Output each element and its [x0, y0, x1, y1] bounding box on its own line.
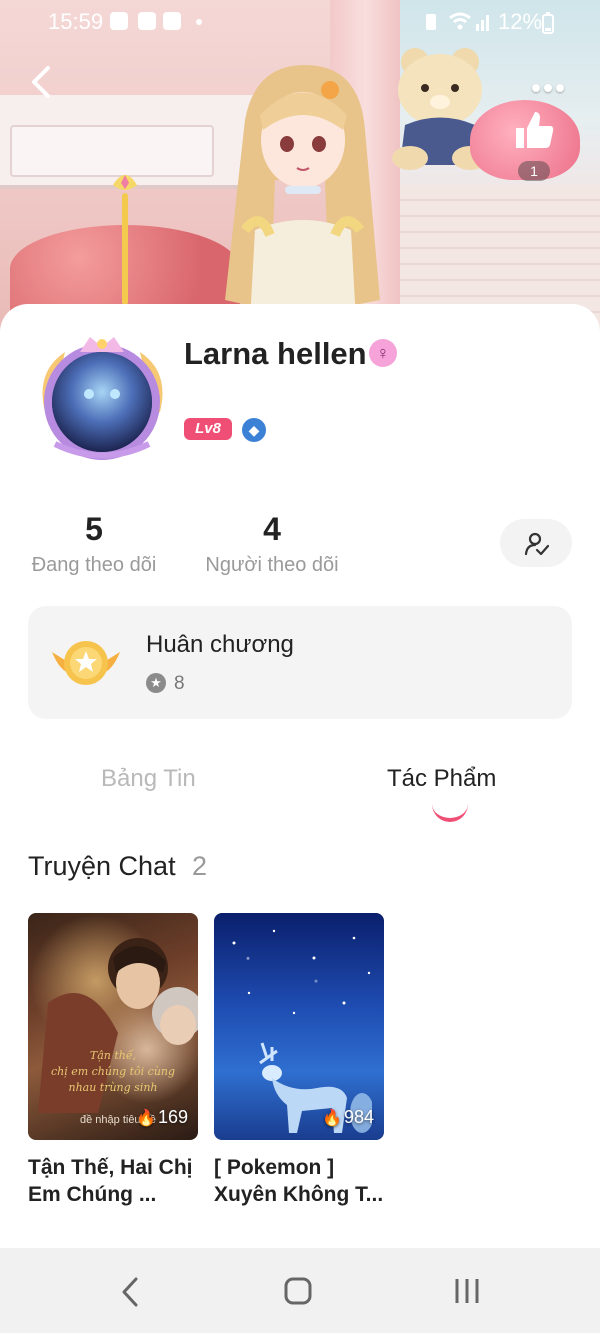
back-arrow-icon [32, 66, 50, 98]
more-options-button[interactable] [530, 62, 574, 98]
profile-cover-image [0, 0, 600, 340]
cover-magic-wand [113, 175, 137, 305]
medals-title: Huân chương [146, 631, 294, 658]
story-views-count: 984 [343, 1107, 374, 1127]
user-check-icon [524, 532, 550, 556]
medals-count: 8 [174, 673, 185, 694]
section-title: Truyện Chat [28, 851, 176, 881]
female-icon: ♀ [369, 339, 397, 367]
story-title[interactable]: Tận Thế, Hai Chị Em Chúng ... [28, 1154, 198, 1208]
flame-icon: 🔥 [136, 1110, 156, 1127]
story-card[interactable]: 🔥 984 [ Pokemon ] Xuyên Không T... [214, 913, 384, 1208]
more-dots-icon [532, 84, 540, 92]
system-back-button[interactable] [118, 1275, 142, 1309]
like-count: 1 [518, 161, 550, 181]
star-icon: ★ [146, 673, 166, 693]
following-count: 5 [85, 511, 103, 547]
battery-saver-icon [426, 14, 436, 30]
app-notification-icon [138, 12, 156, 30]
system-recents-button[interactable] [452, 1276, 482, 1306]
youtube-notification-icon [163, 12, 181, 30]
avatar[interactable] [35, 332, 170, 467]
followers-count: 4 [263, 511, 281, 547]
following-label: Đang theo dõi [31, 554, 157, 576]
story-title[interactable]: [ Pokemon ] Xuyên Không T... [214, 1154, 384, 1208]
cover-artwork [38, 938, 198, 1113]
cover-caption-line: chị em chúng tôi cùng nhau trùng sinh [50, 1065, 176, 1094]
cover-caption-line: Tận thế, [89, 1049, 137, 1062]
like-button[interactable]: 1 [512, 108, 556, 181]
followers-label: Người theo dõi [205, 554, 339, 576]
story-views-count: 169 [157, 1107, 188, 1127]
wifi-signal-icon [449, 12, 489, 31]
thumbs-up-icon [516, 112, 554, 148]
tab-feed[interactable]: Bảng Tin [101, 765, 196, 793]
story-views: 🔥 984 [322, 1107, 374, 1128]
status-bar: 15:59 12% [0, 0, 600, 44]
followers-stat[interactable]: 4 Người theo dõi [200, 510, 344, 577]
battery-percentage: 12% [498, 9, 543, 34]
tab-works[interactable]: Tác Phẩm [387, 765, 496, 793]
back-button[interactable] [24, 62, 60, 102]
story-cover[interactable]: 🔥 984 [214, 913, 384, 1140]
follow-status-button[interactable] [500, 519, 572, 567]
medal-icon [52, 641, 120, 685]
level-badge: Lv8 [184, 418, 232, 440]
profile-username: Larna hellen [184, 336, 367, 371]
section-count: 2 [192, 851, 208, 881]
story-cover[interactable]: Tận thế, chị em chúng tôi cùng nhau trùn… [28, 913, 198, 1140]
story-views: 🔥 169 [136, 1107, 188, 1128]
story-card[interactable]: Tận thế, chị em chúng tôi cùng nhau trùn… [28, 913, 198, 1208]
cover-character [225, 65, 380, 340]
notification-dot-icon [196, 19, 202, 25]
flame-icon: 🔥 [322, 1110, 342, 1127]
following-stat[interactable]: 5 Đang theo dõi [28, 510, 160, 577]
cover-caption: Tận thế, chị em chúng tôi cùng nhau trùn… [38, 1048, 188, 1096]
rank-badge-icon[interactable]: ◆ [242, 418, 266, 442]
system-home-button[interactable] [283, 1276, 313, 1306]
youtube-notification-icon [110, 12, 128, 30]
battery-icon [542, 12, 554, 34]
status-time: 15:59 [48, 9, 104, 34]
